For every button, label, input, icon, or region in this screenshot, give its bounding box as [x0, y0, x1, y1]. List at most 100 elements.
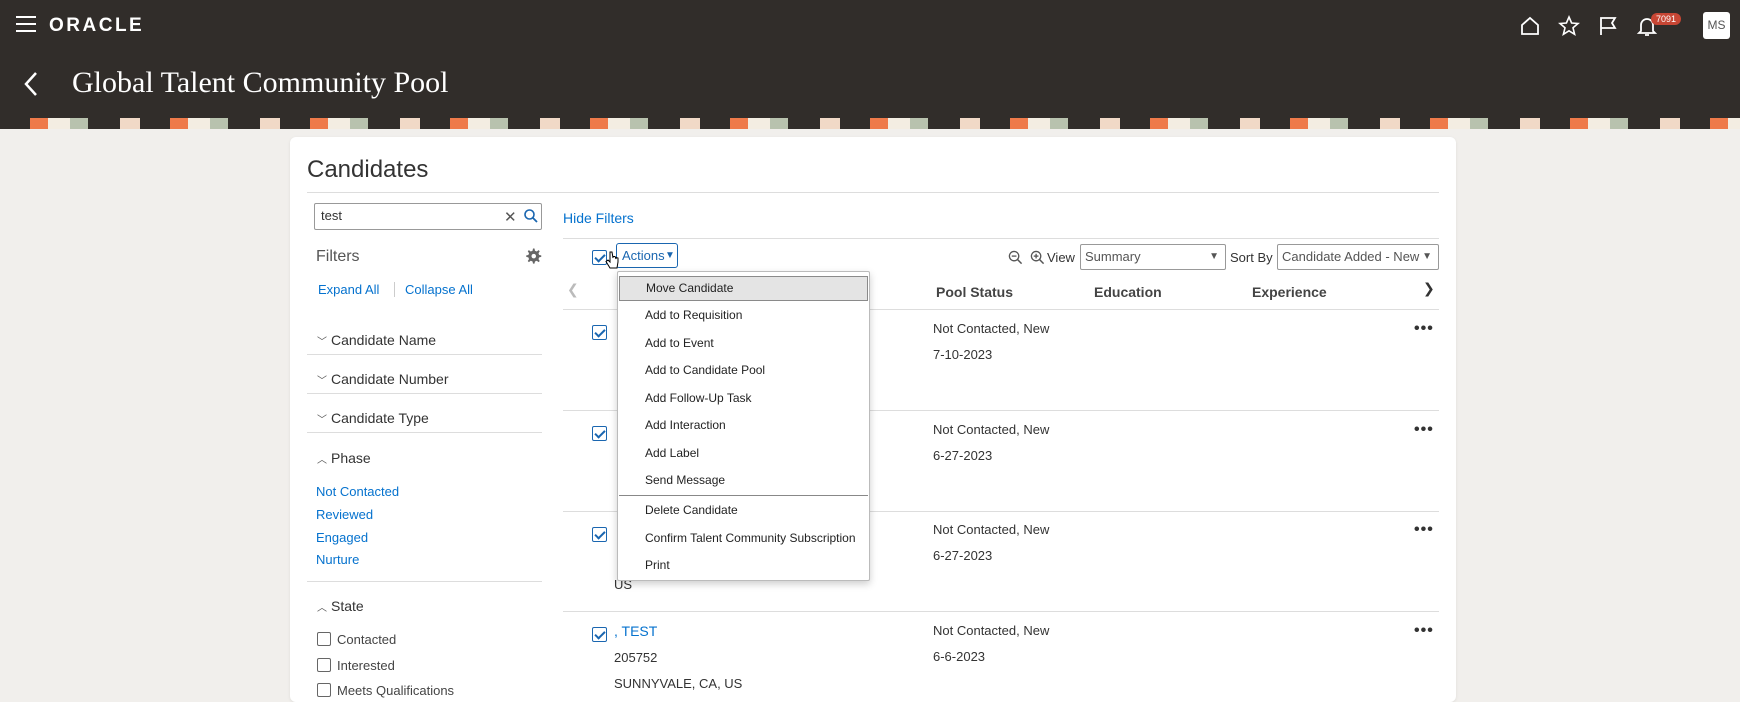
- view-select[interactable]: Summary ▼: [1080, 244, 1226, 270]
- filters-title: Filters: [316, 248, 360, 265]
- filter-group-label: Candidate Name: [331, 332, 437, 348]
- search-input[interactable]: [321, 208, 491, 223]
- home-icon[interactable]: [1518, 14, 1542, 38]
- menu-item-move-candidate[interactable]: Move Candidate: [619, 276, 868, 301]
- clear-icon[interactable]: ✕: [504, 208, 517, 226]
- menu-icon[interactable]: [16, 16, 36, 32]
- flag-icon[interactable]: [1596, 14, 1620, 38]
- added-date: 6-27-2023: [933, 448, 993, 463]
- sort-by-select[interactable]: Candidate Added - New ▼: [1277, 244, 1439, 270]
- star-icon[interactable]: [1557, 14, 1581, 38]
- notification-badge: 7091: [1651, 13, 1682, 25]
- zoom-out-icon[interactable]: [1008, 250, 1023, 265]
- scroll-left-icon[interactable]: ❮: [567, 281, 579, 298]
- pool-status: Not Contacted, New: [933, 422, 1050, 437]
- column-header-education[interactable]: Education: [1094, 284, 1162, 300]
- menu-item-add-to-event[interactable]: Add to Event: [619, 331, 868, 356]
- actions-label: Actions: [622, 248, 665, 263]
- divider: [563, 238, 1439, 239]
- filter-group-candidate-name[interactable]: ﹀ Candidate Name: [317, 332, 436, 348]
- state-checkbox-interested[interactable]: Interested: [317, 658, 395, 673]
- added-date: 6-6-2023: [933, 649, 986, 664]
- state-checkbox-contacted[interactable]: Contacted: [317, 632, 396, 647]
- menu-item-add-interaction[interactable]: Add Interaction: [619, 413, 868, 438]
- divider: [307, 581, 542, 582]
- column-header-experience[interactable]: Experience: [1252, 284, 1327, 300]
- menu-separator: [619, 495, 868, 496]
- filter-group-label: Phase: [331, 450, 371, 466]
- scroll-right-icon[interactable]: ❯: [1423, 280, 1435, 297]
- menu-item-add-to-requisition[interactable]: Add to Requisition: [619, 303, 868, 328]
- chevron-up-icon: ︿: [317, 455, 327, 466]
- filter-group-candidate-type[interactable]: ﹀ Candidate Type: [317, 410, 429, 426]
- user-avatar[interactable]: MS: [1703, 12, 1730, 39]
- collapse-all-link[interactable]: Collapse All: [394, 282, 473, 297]
- back-icon[interactable]: [20, 69, 44, 99]
- search-icon[interactable]: [523, 208, 539, 224]
- menu-item-send-message[interactable]: Send Message: [619, 468, 868, 493]
- added-date: 7-10-2023: [933, 347, 993, 362]
- filter-group-candidate-number[interactable]: ﹀ Candidate Number: [317, 371, 449, 387]
- candidate-number: 205752: [614, 650, 658, 665]
- checkbox-label: Contacted: [337, 632, 397, 647]
- checkbox-label: Meets Qualifications: [337, 683, 455, 698]
- phase-link-nurture[interactable]: Nurture: [316, 552, 359, 567]
- more-options-icon[interactable]: •••: [1414, 521, 1434, 539]
- checkbox[interactable]: [317, 658, 331, 672]
- pool-status: Not Contacted, New: [933, 321, 1050, 336]
- sort-by-label: Sort By: [1230, 250, 1273, 265]
- filter-group-label: Candidate Number: [331, 371, 449, 387]
- divider: [307, 432, 542, 433]
- chevron-down-icon: ▼: [1209, 251, 1219, 262]
- menu-item-delete-candidate[interactable]: Delete Candidate: [619, 498, 868, 523]
- phase-link-not-contacted[interactable]: Not Contacted: [316, 484, 399, 499]
- menu-item-add-to-candidate-pool[interactable]: Add to Candidate Pool: [619, 358, 868, 383]
- page-header: Global Talent Community Pool: [0, 52, 1740, 118]
- divider: [563, 611, 1439, 612]
- filter-group-state[interactable]: ︿ State: [317, 598, 364, 614]
- row-checkbox[interactable]: [592, 426, 607, 441]
- column-header-pool-status[interactable]: Pool Status: [936, 284, 1013, 300]
- row-checkbox[interactable]: [592, 527, 607, 542]
- zoom-in-icon[interactable]: [1030, 250, 1045, 265]
- state-checkbox-meets-qualifications[interactable]: Meets Qualifications: [317, 683, 454, 698]
- divider: [307, 393, 542, 394]
- oracle-logo[interactable]: ORACLE: [49, 15, 144, 37]
- more-options-icon[interactable]: •••: [1414, 622, 1434, 640]
- more-options-icon[interactable]: •••: [1414, 421, 1434, 439]
- divider: [307, 354, 542, 355]
- gear-icon[interactable]: [524, 247, 542, 265]
- chevron-up-icon: ︿: [317, 603, 327, 614]
- chevron-down-icon: ﹀: [317, 415, 327, 426]
- menu-item-confirm-talent-community-subscription[interactable]: Confirm Talent Community Subscription: [619, 526, 868, 551]
- checkbox[interactable]: [317, 683, 331, 697]
- candidate-name-link[interactable]: , TEST: [614, 623, 657, 639]
- menu-item-add-label[interactable]: Add Label: [619, 441, 868, 466]
- page-title: Global Talent Community Pool: [72, 66, 449, 99]
- search-field[interactable]: ✕: [314, 203, 542, 230]
- row-checkbox[interactable]: [592, 325, 607, 340]
- filter-group-phase[interactable]: ︿ Phase: [317, 450, 371, 466]
- menu-item-print[interactable]: Print: [619, 553, 868, 578]
- pool-status: Not Contacted, New: [933, 522, 1050, 537]
- global-header: ORACLE 7091 MS: [0, 0, 1740, 52]
- row-checkbox[interactable]: [592, 627, 607, 642]
- chevron-down-icon: ▼: [665, 250, 675, 261]
- pool-status: Not Contacted, New: [933, 623, 1050, 638]
- menu-item-add-follow-up-task[interactable]: Add Follow-Up Task: [619, 386, 868, 411]
- actions-button[interactable]: Actions ▼: [616, 243, 678, 268]
- chevron-down-icon: ﹀: [317, 337, 327, 348]
- phase-link-engaged[interactable]: Engaged: [316, 530, 368, 545]
- hide-filters-link[interactable]: Hide Filters: [563, 210, 634, 226]
- added-date: 6-27-2023: [933, 548, 993, 563]
- checkbox[interactable]: [317, 632, 331, 646]
- checkbox-label: Interested: [337, 658, 395, 673]
- more-options-icon[interactable]: •••: [1414, 320, 1434, 338]
- filter-group-label: Candidate Type: [331, 410, 429, 426]
- section-title: Candidates: [307, 156, 429, 183]
- phase-link-reviewed[interactable]: Reviewed: [316, 507, 373, 522]
- expand-all-link[interactable]: Expand All: [318, 282, 379, 297]
- actions-menu: Move Candidate Add to Requisition Add to…: [617, 271, 870, 581]
- chevron-down-icon: ﹀: [317, 376, 327, 387]
- view-label: View: [1047, 250, 1075, 265]
